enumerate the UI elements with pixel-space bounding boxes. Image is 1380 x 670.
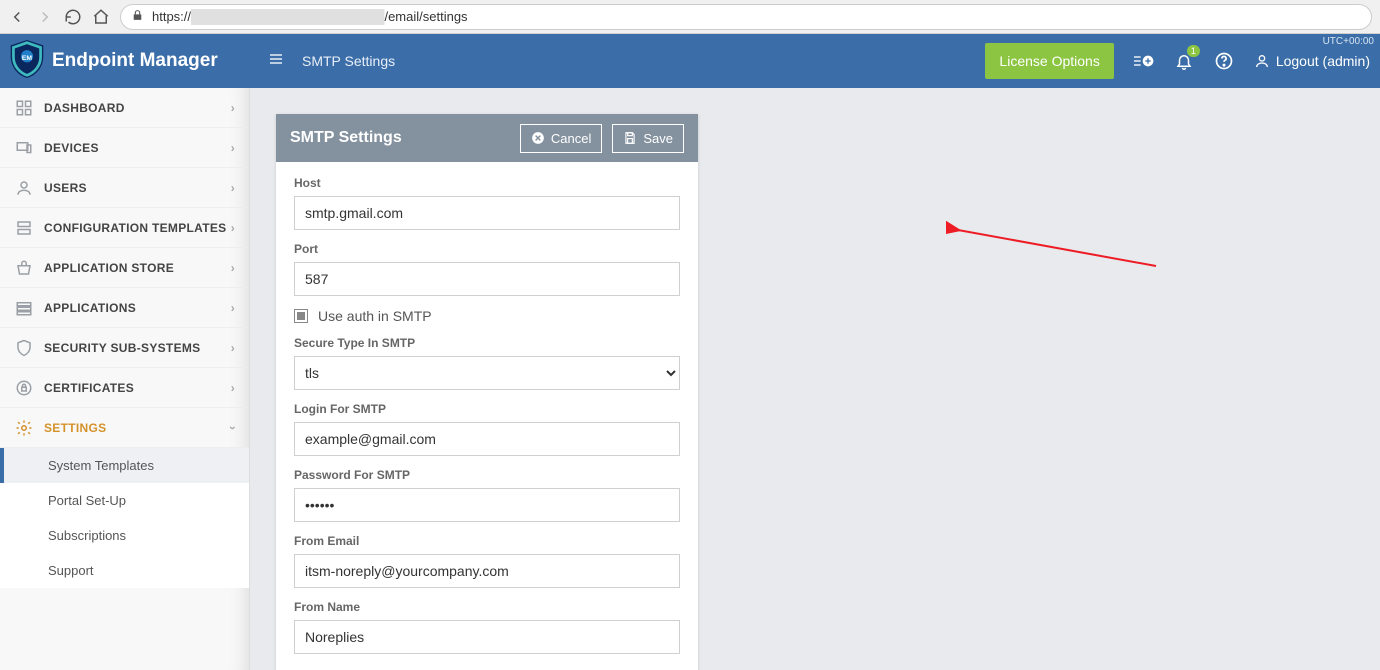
sidebar-item-certificates[interactable]: CERTIFICATES › [0, 368, 249, 408]
chevron-right-icon: › [231, 341, 235, 355]
checkbox-use-auth[interactable] [294, 309, 308, 323]
home-button[interactable] [92, 8, 110, 26]
chevron-right-icon: › [231, 301, 235, 315]
label-secure-type: Secure Type In SMTP [294, 336, 680, 350]
header-subtitle: SMTP Settings [302, 53, 395, 69]
gear-icon [14, 418, 34, 438]
chevron-right-icon: › [231, 381, 235, 395]
store-icon [14, 258, 34, 278]
input-host[interactable] [294, 196, 680, 230]
input-from-email[interactable] [294, 554, 680, 588]
app-header: UTC+00:00 EM Endpoint Manager SMTP Setti… [0, 34, 1380, 88]
devices-icon [14, 138, 34, 158]
input-login[interactable] [294, 422, 680, 456]
back-button[interactable] [8, 8, 26, 26]
dashboard-icon [14, 98, 34, 118]
layout: DASHBOARD › DEVICES › USERS › CONFIGURAT… [0, 88, 1380, 670]
card-actions: Cancel Save [520, 124, 684, 153]
timezone-label: UTC+00:00 [1323, 36, 1374, 47]
settings-submenu: System Templates Portal Set-Up Subscript… [0, 448, 249, 588]
smtp-settings-card: SMTP Settings Cancel Save Host [276, 114, 698, 670]
annotation-arrow [946, 218, 1176, 278]
card-body: Host Port Use auth in SMTP Secure Type I… [276, 162, 698, 654]
sub-item-support[interactable]: Support [0, 553, 249, 588]
chevron-right-icon: › [231, 261, 235, 275]
label-password: Password For SMTP [294, 468, 680, 482]
header-actions: License Options 1 Logout (admin) [985, 43, 1370, 79]
chevron-right-icon: › [231, 181, 235, 195]
sidebar-item-users[interactable]: USERS › [0, 168, 249, 208]
sidebar-item-security[interactable]: SECURITY SUB-SYSTEMS › [0, 328, 249, 368]
chevron-right-icon: › [231, 101, 235, 115]
sidebar-item-config-templates[interactable]: CONFIGURATION TEMPLATES › [0, 208, 249, 248]
save-icon [623, 131, 637, 145]
label-port: Port [294, 242, 680, 256]
card-title: SMTP Settings [290, 129, 402, 147]
help-icon[interactable] [1214, 51, 1234, 71]
sidebar-item-applications[interactable]: APPLICATIONS › [0, 288, 249, 328]
address-bar[interactable]: https://█████████████████████/email/sett… [120, 4, 1372, 30]
url-text: https://█████████████████████/email/sett… [152, 9, 468, 24]
label-from-name: From Name [294, 600, 680, 614]
sidebar-item-dashboard[interactable]: DASHBOARD › [0, 88, 249, 128]
notification-badge: 1 [1187, 45, 1200, 57]
chevron-down-icon: › [226, 425, 240, 429]
sub-item-system-templates[interactable]: System Templates [0, 448, 249, 483]
cancel-button[interactable]: Cancel [520, 124, 602, 153]
label-login: Login For SMTP [294, 402, 680, 416]
reload-button[interactable] [64, 8, 82, 26]
chevron-right-icon: › [231, 221, 235, 235]
browser-toolbar: https://█████████████████████/email/sett… [0, 0, 1380, 34]
input-from-name[interactable] [294, 620, 680, 654]
bell-icon[interactable]: 1 [1174, 51, 1194, 71]
lock-icon [131, 9, 144, 25]
chevron-right-icon: › [231, 141, 235, 155]
logout-link[interactable]: Logout (admin) [1254, 53, 1370, 69]
content-area: SMTP Settings Cancel Save Host [250, 88, 1380, 670]
forward-button[interactable] [36, 8, 54, 26]
users-icon [14, 178, 34, 198]
user-icon [1254, 53, 1270, 69]
svg-text:EM: EM [22, 54, 33, 61]
label-host: Host [294, 176, 680, 190]
cancel-icon [531, 131, 545, 145]
shield-logo-icon: EM [10, 40, 44, 83]
add-icon[interactable] [1134, 51, 1154, 71]
sub-item-subscriptions[interactable]: Subscriptions [0, 518, 249, 553]
license-button[interactable]: License Options [985, 43, 1113, 79]
apps-icon [14, 298, 34, 318]
brand-title: Endpoint Manager [52, 50, 218, 72]
label-from-email: From Email [294, 534, 680, 548]
lock-icon [14, 378, 34, 398]
header-right: SMTP Settings License Options 1 Logout (… [250, 34, 1380, 88]
shield-icon [14, 338, 34, 358]
nav-arrows [8, 8, 54, 26]
use-auth-row[interactable]: Use auth in SMTP [294, 308, 680, 324]
sub-item-portal-setup[interactable]: Portal Set-Up [0, 483, 249, 518]
templates-icon [14, 218, 34, 238]
select-secure-type[interactable]: tls [294, 356, 680, 390]
brand: EM Endpoint Manager [0, 34, 250, 88]
save-button[interactable]: Save [612, 124, 684, 153]
label-use-auth: Use auth in SMTP [318, 308, 432, 324]
sidebar-item-app-store[interactable]: APPLICATION STORE › [0, 248, 249, 288]
hamburger-icon[interactable] [268, 51, 284, 72]
logout-label: Logout (admin) [1276, 53, 1370, 69]
sidebar-item-devices[interactable]: DEVICES › [0, 128, 249, 168]
input-port[interactable] [294, 262, 680, 296]
sidebar-item-settings[interactable]: SETTINGS › [0, 408, 249, 448]
sidebar: DASHBOARD › DEVICES › USERS › CONFIGURAT… [0, 88, 250, 670]
card-header: SMTP Settings Cancel Save [276, 114, 698, 162]
input-password[interactable] [294, 488, 680, 522]
